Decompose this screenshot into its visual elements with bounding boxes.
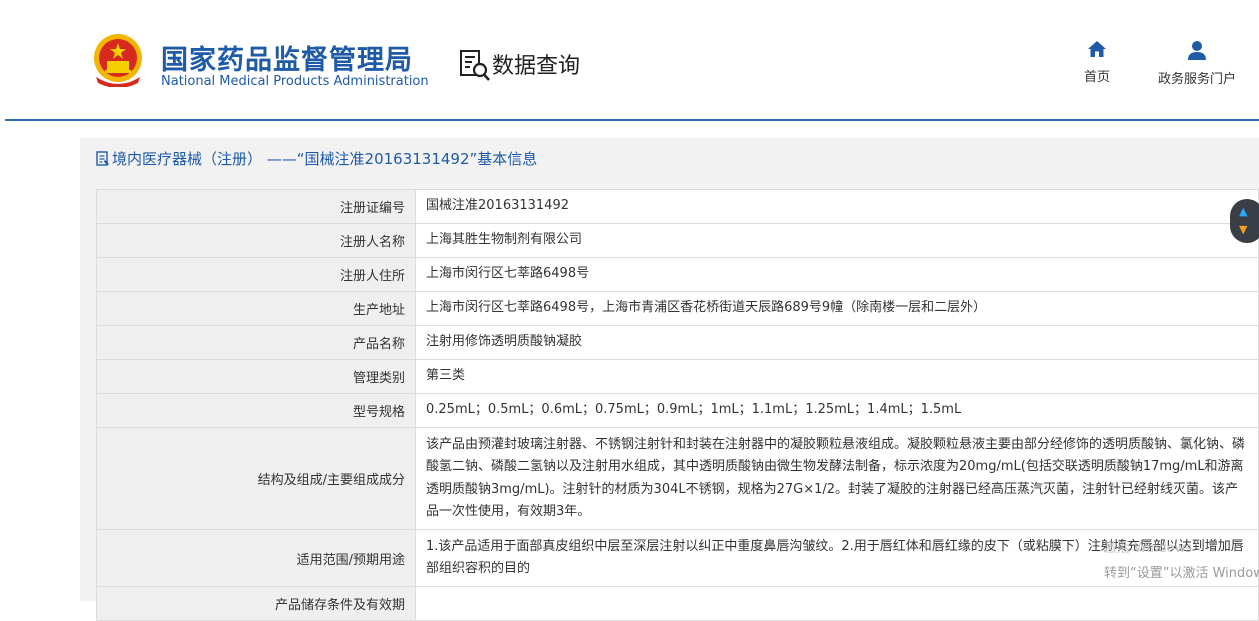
- nav-home-label: 首页: [1083, 70, 1110, 85]
- panel-title-text: 境内医疗器械（注册） ——“国械注准20163131492”基本信息: [112, 150, 538, 168]
- row-key: 管理类别: [96, 359, 416, 394]
- data-search-title: 数据查询: [492, 54, 581, 79]
- row-value: 该产品由预灌封玻璃注射器、不锈钢注射针和封装在注射器中的凝胶颗粒悬液组成。凝胶颗…: [415, 427, 1259, 530]
- site-header: 国家药品监督管理局 National Medical Products Admi…: [0, 0, 1259, 120]
- row-value: 第三类: [415, 359, 1259, 394]
- activation-watermark-title: 激活 Windows: [1104, 541, 1193, 556]
- table-row: 产品名称 注射用修饰透明质酸钠凝胶: [96, 325, 1259, 360]
- table-row: 型号规格 0.25mL；0.5mL；0.6mL；0.75mL；0.9mL；1mL…: [96, 393, 1259, 428]
- table-row: 生产地址 上海市闵行区七莘路6498号，上海市青浦区香花桥街道天辰路689号9幢…: [96, 291, 1259, 326]
- row-value: 上海市闵行区七莘路6498号: [415, 257, 1259, 292]
- arrow-up-icon[interactable]: ▲: [1239, 205, 1247, 218]
- row-value: 0.25mL；0.5mL；0.6mL；0.75mL；0.9mL；1mL；1.1m…: [415, 393, 1259, 428]
- table-row: 结构及组成/主要组成成分 该产品由预灌封玻璃注射器、不锈钢注射针和封装在注射器中…: [96, 427, 1259, 530]
- table-row: 产品储存条件及有效期: [96, 586, 1259, 621]
- agency-name-cn: 国家药品监督管理局: [161, 45, 413, 76]
- row-key: 产品名称: [96, 325, 416, 360]
- row-value: 注射用修饰透明质酸钠凝胶: [415, 325, 1259, 360]
- scroll-top-bottom-widget[interactable]: ▲ ▼: [1230, 199, 1259, 243]
- row-key: 结构及组成/主要组成成分: [96, 427, 416, 530]
- row-key: 注册人名称: [96, 223, 416, 258]
- row-key: 产品储存条件及有效期: [96, 586, 416, 621]
- table-row: 注册人名称 上海其胜生物制剂有限公司: [96, 223, 1259, 258]
- activation-watermark-hint: 转到“设置”以激活 Windows。: [1104, 566, 1259, 581]
- row-value: 国械注准20163131492: [415, 189, 1259, 224]
- nav-service-portal-label: 政务服务门户: [1157, 72, 1236, 87]
- row-key: 生产地址: [96, 291, 416, 326]
- row-key: 适用范围/预期用途: [96, 529, 416, 587]
- row-key: 型号规格: [96, 393, 416, 428]
- nav-home[interactable]: 首页: [1080, 40, 1114, 85]
- home-icon: [1088, 41, 1106, 57]
- row-key: 注册证编号: [96, 189, 416, 224]
- arrow-down-icon[interactable]: ▼: [1239, 223, 1247, 236]
- row-key: 注册人住所: [96, 257, 416, 292]
- data-search-icon: [460, 50, 490, 81]
- device-info-table: 注册证编号 国械注准20163131492 注册人名称 上海其胜生物制剂有限公司…: [96, 189, 1259, 621]
- table-row: 管理类别 第三类: [96, 359, 1259, 394]
- table-row: 适用范围/预期用途 1.该产品适用于面部真皮组织中层至深层注射以纠正中重度鼻唇沟…: [96, 529, 1259, 587]
- row-value: 上海其胜生物制剂有限公司: [415, 223, 1259, 258]
- row-value: [415, 586, 1259, 621]
- user-icon: [1188, 41, 1206, 60]
- table-row: 注册人住所 上海市闵行区七莘路6498号: [96, 257, 1259, 292]
- document-icon: [96, 151, 109, 166]
- nav-service-portal[interactable]: 政务服务门户: [1154, 40, 1240, 87]
- agency-name-en: National Medical Products Administration: [161, 74, 429, 89]
- row-value: 上海市闵行区七莘路6498号，上海市青浦区香花桥街道天辰路689号9幢（除南楼一…: [415, 291, 1259, 326]
- national-emblem-icon: [94, 34, 142, 87]
- table-row: 注册证编号 国械注准20163131492: [96, 189, 1259, 224]
- panel-title: 境内医疗器械（注册） ——“国械注准20163131492”基本信息: [96, 148, 537, 169]
- header-divider: [5, 119, 1259, 121]
